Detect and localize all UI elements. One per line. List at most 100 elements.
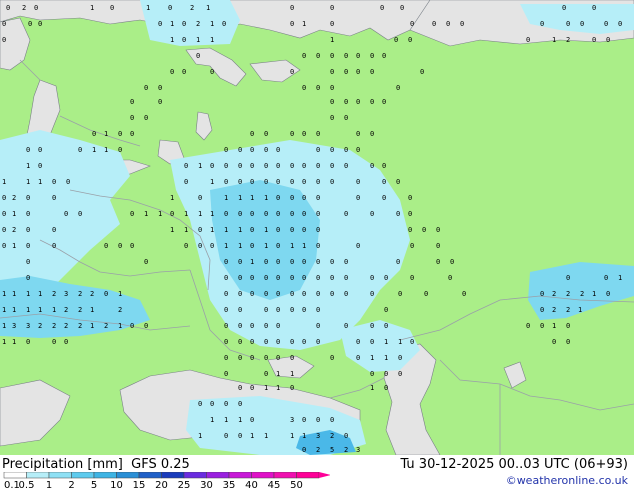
precip-value-label: 0 (436, 258, 440, 266)
precip-value-label: 0 (450, 258, 454, 266)
precip-value-label: 0 (170, 68, 174, 76)
precip-value-label: 0 (316, 210, 320, 218)
precip-value-label: 0 (316, 416, 320, 424)
precip-value-label: 1 (12, 242, 16, 250)
scale-swatch (116, 472, 140, 479)
precip-value-label: 0 (26, 146, 30, 154)
precip-value-label: 2 (196, 20, 200, 28)
precip-value-label: 0 (344, 68, 348, 76)
precip-value-label: 0 (344, 98, 348, 106)
precip-value-label: 0 (182, 36, 186, 44)
precip-value-label: 0 (344, 290, 348, 298)
precip-value-label: 1 (184, 226, 188, 234)
precip-value-label: 0 (410, 274, 414, 282)
precip-value-label: 1 (384, 338, 388, 346)
precip-value-label: 1 (198, 162, 202, 170)
precip-value-label: 0 (384, 274, 388, 282)
precip-value-label: 1 (302, 432, 306, 440)
map-title: Precipitation [mm] GFS 0.25 (2, 457, 190, 472)
precip-value-label: 2 (344, 446, 348, 454)
precip-value-label: 0 (396, 258, 400, 266)
precip-value-label: 0 (408, 36, 412, 44)
precip-value-label: 0 (276, 338, 280, 346)
precip-value-label: 0 (526, 36, 530, 44)
precip-value-label: 0 (38, 20, 42, 28)
scale-swatch (26, 472, 50, 479)
precip-value-label: 0 (264, 162, 268, 170)
precip-value-label: 0 (526, 322, 530, 330)
precip-value-label: 0 (330, 290, 334, 298)
scale-label: 30 (200, 480, 213, 490)
scale-label: 25 (178, 480, 191, 490)
precip-value-label: 0 (198, 400, 202, 408)
precip-value-label: 1 (370, 384, 374, 392)
precip-value-label: 0 (264, 178, 268, 186)
precip-value-label: 1 (210, 226, 214, 234)
precip-value-label: 0 (344, 114, 348, 122)
precip-value-label: 0 (130, 322, 134, 330)
precip-value-label: 0 (224, 338, 228, 346)
precip-value-label: 1 (398, 338, 402, 346)
precip-value-label: 0 (394, 36, 398, 44)
precip-value-label: 1 (578, 306, 582, 314)
precip-value-label: 0 (382, 52, 386, 60)
precip-value-label: 0 (92, 130, 96, 138)
precip-value-label: 1 (184, 210, 188, 218)
precip-value-label: 0 (316, 306, 320, 314)
precip-value-label: 0 (264, 306, 268, 314)
precip-value-label: 0 (302, 226, 306, 234)
precip-value-label: 2 (190, 4, 194, 12)
precip-value-label: 0 (250, 274, 254, 282)
precip-value-label: 0 (224, 162, 228, 170)
precip-value-label: 0 (38, 146, 42, 154)
precip-value-label: 0 (290, 4, 294, 12)
precip-value-label: 0 (396, 84, 400, 92)
precip-value-label: 1 (26, 290, 30, 298)
precip-value-label: 0 (238, 290, 242, 298)
precip-value-label: 0 (356, 68, 360, 76)
precip-value-label: 1 (224, 194, 228, 202)
scale-swatch (228, 472, 252, 479)
precip-value-label: 1 (302, 242, 306, 250)
precip-value-label: 1 (290, 370, 294, 378)
precip-value-label: 0 (250, 242, 254, 250)
precip-value-label: 2 (52, 322, 56, 330)
precip-value-label: 0 (110, 4, 114, 12)
precip-value-label: 0 (224, 274, 228, 282)
precip-value-label: 0 (238, 258, 242, 266)
precip-value-label: 0 (562, 4, 566, 12)
precip-value-label: 0 (290, 338, 294, 346)
scale-swatch (296, 472, 320, 479)
precip-value-label: 2 (78, 322, 82, 330)
precip-value-label: 0 (330, 162, 334, 170)
precip-value-label: 1 (118, 290, 122, 298)
precip-value-label: 0 (264, 354, 268, 362)
precip-value-label: 0 (316, 322, 320, 330)
precip-value-label: 0 (356, 52, 360, 60)
precip-value-label: 0 (130, 114, 134, 122)
precip-value-label: 1 (250, 194, 254, 202)
precip-value-label: 0 (144, 258, 148, 266)
precip-value-label: 0 (344, 322, 348, 330)
precip-value-label: 1 (264, 384, 268, 392)
precip-value-label: 0 (238, 354, 242, 362)
precip-value-label: 0 (356, 130, 360, 138)
precip-value-label: 0 (250, 338, 254, 346)
precip-value-label: 1 (592, 290, 596, 298)
precip-value-label: 0 (26, 338, 30, 346)
precip-value-label: 0 (196, 52, 200, 60)
precip-value-label: 1 (224, 226, 228, 234)
precip-value-label: 0 (302, 210, 306, 218)
footer-bar: Precipitation [mm] GFS 0.25 Tu 30-12-202… (0, 455, 634, 490)
precip-value-label: 1 (2, 306, 6, 314)
credit-link[interactable]: ©weatheronline.co.uk (506, 474, 628, 487)
precip-value-label: 0 (618, 20, 622, 28)
precip-value-label: 0 (250, 130, 254, 138)
precip-value-label: 0 (408, 226, 412, 234)
precip-value-label: 1 (264, 432, 268, 440)
precip-value-label: 0 (410, 242, 414, 250)
precip-value-label: 0 (356, 178, 360, 186)
precip-value-label: 2 (12, 226, 16, 234)
precip-value-label: 1 (38, 178, 42, 186)
precip-value-label: 1 (224, 242, 228, 250)
